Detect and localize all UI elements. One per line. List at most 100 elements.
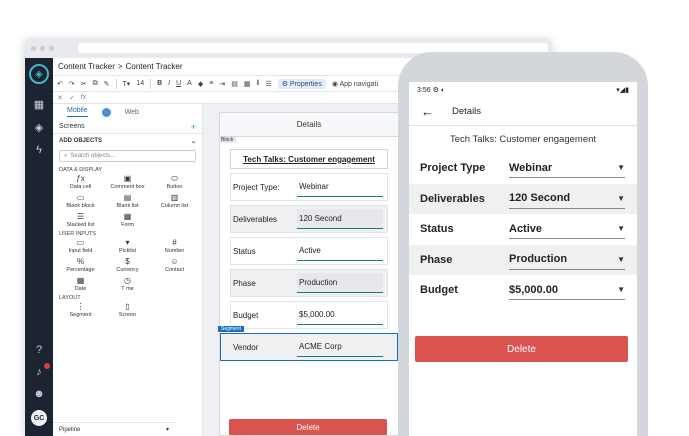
grid-layout-icon[interactable]: ▦ — [244, 80, 251, 88]
grid-icon[interactable]: ▦ — [31, 98, 47, 111]
section-layout: LAYOUT — [59, 295, 81, 301]
rows-icon[interactable]: ☰ — [265, 80, 271, 88]
segment-wrapper: Segment Vendor ACME Corp — [218, 326, 398, 361]
pipeline-select[interactable]: Pipeline ▾ — [53, 422, 175, 436]
phone-field-row[interactable]: Budget $5,000.00 ▼ — [409, 275, 637, 305]
check-icon[interactable]: ✓ — [69, 94, 75, 102]
italic-button[interactable]: I — [168, 80, 170, 87]
wrap-icon[interactable]: ⇥ — [219, 80, 225, 88]
caret-down-icon: ▼ — [617, 285, 625, 294]
breadcrumb-item[interactable]: Content Tracker — [58, 62, 115, 71]
fill-icon[interactable]: ◆ — [198, 80, 203, 88]
object-data-cell[interactable]: ƒx Data cell — [57, 174, 104, 190]
picklist-icon: ▾ — [125, 238, 130, 247]
field-select[interactable]: 120 Second ▼ — [509, 189, 625, 209]
columns-icon[interactable]: ⫴ — [256, 80, 259, 88]
field-value[interactable]: 120 Second — [297, 209, 383, 229]
device-toggle[interactable] — [101, 107, 111, 117]
notifications-icon[interactable]: ♪ — [31, 363, 50, 378]
field-row-selected[interactable]: Vendor ACME Corp — [220, 333, 398, 361]
font-icon[interactable]: T▾ — [123, 80, 131, 88]
font-size-select[interactable]: 14 — [136, 80, 144, 87]
field-value[interactable]: ACME Corp — [297, 337, 383, 357]
font-color-button[interactable]: A — [187, 80, 192, 87]
object-blank-block[interactable]: ▭ Blank block — [57, 193, 104, 209]
close-icon[interactable]: ✕ — [57, 94, 63, 102]
object-comment-box[interactable]: ▣ Comment box — [104, 174, 151, 190]
chevron-down-icon: ▾ — [165, 427, 169, 433]
field-select[interactable]: $5,000.00 ▼ — [509, 280, 625, 300]
object-blank-list[interactable]: ▤ Blank list — [104, 193, 151, 209]
users-icon[interactable]: ☻ — [31, 388, 47, 400]
field-label: Phase — [233, 278, 256, 288]
field-label: Status — [233, 246, 256, 256]
object-currency[interactable]: $ Currency — [104, 257, 151, 273]
object-button[interactable]: ⬭ Button — [151, 174, 198, 190]
field-value[interactable]: Active — [297, 241, 383, 261]
object-screen[interactable]: ▯ Screen — [104, 302, 151, 318]
help-icon[interactable]: ? — [31, 344, 47, 356]
undo-icon[interactable]: ↶ — [57, 80, 63, 88]
properties-button[interactable]: ⚙ Properties — [277, 78, 326, 89]
field-value[interactable]: Production — [297, 273, 383, 293]
phone-field-row[interactable]: Project Type Webinar ▼ — [409, 153, 637, 183]
redo-icon[interactable]: ↷ — [69, 80, 75, 88]
back-arrow-icon[interactable]: ← — [421, 104, 434, 119]
delete-button[interactable]: Delete — [229, 419, 387, 435]
object-label: Stacked list — [66, 222, 95, 228]
tab-web[interactable]: Web — [125, 109, 139, 116]
phone-field-row[interactable]: Deliverables 120 Second ▼ — [409, 183, 637, 214]
phone-delete-button[interactable]: Delete — [415, 336, 628, 362]
bold-button[interactable]: B — [157, 80, 162, 87]
object-number[interactable]: # Number — [151, 238, 198, 254]
object-contact[interactable]: ☺ Contact — [151, 257, 198, 273]
underline-button[interactable]: U — [176, 80, 181, 87]
field-select[interactable]: Active ▼ — [509, 219, 625, 239]
object-column-list[interactable]: ▥ Column list — [151, 193, 198, 209]
add-screen-button[interactable]: + — [191, 122, 196, 132]
cut-icon[interactable]: ✂ — [81, 80, 87, 88]
app-bar-title: Details — [452, 106, 482, 117]
object-picklist[interactable]: ▾ Picklist — [104, 238, 151, 254]
object-input-field[interactable]: ▭ Input field — [57, 238, 104, 254]
field-value[interactable]: $5,000.00 — [297, 305, 383, 325]
chevron-down-icon[interactable]: ⌄ — [191, 138, 196, 145]
layers-icon[interactable]: ◈ — [31, 121, 47, 134]
field-select[interactable]: Webinar ▼ — [509, 158, 625, 178]
avatar[interactable]: GC — [31, 410, 47, 426]
phone-field-row[interactable]: Status Active ▼ — [409, 214, 637, 244]
field-row[interactable]: Budget $5,000.00 — [230, 301, 388, 329]
field-row[interactable]: Project Type: Webinar — [230, 173, 388, 201]
align-icon[interactable]: ≡ — [209, 80, 213, 87]
screen-preview[interactable]: Details Block Tech Talks: Customer engag… — [218, 112, 399, 436]
app-navigation-button[interactable]: ◉ App navigati — [332, 80, 378, 88]
field-row[interactable]: Deliverables 120 Second — [230, 205, 388, 233]
copy-icon[interactable]: ⧉ — [93, 80, 98, 88]
object-percentage[interactable]: % Percentage — [57, 257, 104, 273]
paint-icon[interactable]: ✎ — [104, 80, 110, 88]
search-input[interactable]: ⌕ Search objects... — [59, 150, 196, 162]
breadcrumb-item[interactable]: Content Tracker — [126, 62, 183, 71]
properties-label: Properties — [289, 80, 322, 88]
add-objects-header[interactable]: ADD OBJECTS ⌄ — [53, 134, 202, 148]
app-logo-icon[interactable]: ◈ — [29, 64, 49, 84]
screen-title[interactable]: Tech Talks: Customer engagement — [230, 149, 388, 169]
field-label: Phase — [420, 253, 453, 266]
time-icon: ◷ — [124, 276, 131, 285]
notification-badge — [44, 363, 50, 369]
object-segment[interactable]: ⋮ Segment — [57, 302, 104, 318]
lightning-icon[interactable]: ϟ — [31, 144, 47, 156]
layout-icon[interactable]: ▤ — [231, 80, 238, 88]
object-date[interactable]: ▦ Date — [57, 276, 104, 292]
object-time[interactable]: ◷ T me — [104, 276, 151, 292]
object-label: Button — [166, 184, 183, 190]
field-select[interactable]: Production ▼ — [509, 250, 625, 270]
object-form[interactable]: ▦ Form — [104, 212, 151, 228]
object-stacked-list[interactable]: ☰ Stacked list — [57, 212, 104, 228]
field-row[interactable]: Phase Production — [230, 269, 388, 297]
field-value[interactable]: Webinar — [297, 177, 383, 197]
tab-mobile[interactable]: Mobile — [67, 107, 88, 117]
field-row[interactable]: Status Active — [230, 237, 388, 265]
left-rail: ◈ ▦ ◈ ϟ ? ♪ ☻ GC — [25, 58, 53, 436]
phone-field-row[interactable]: Phase Production ▼ — [409, 244, 637, 275]
